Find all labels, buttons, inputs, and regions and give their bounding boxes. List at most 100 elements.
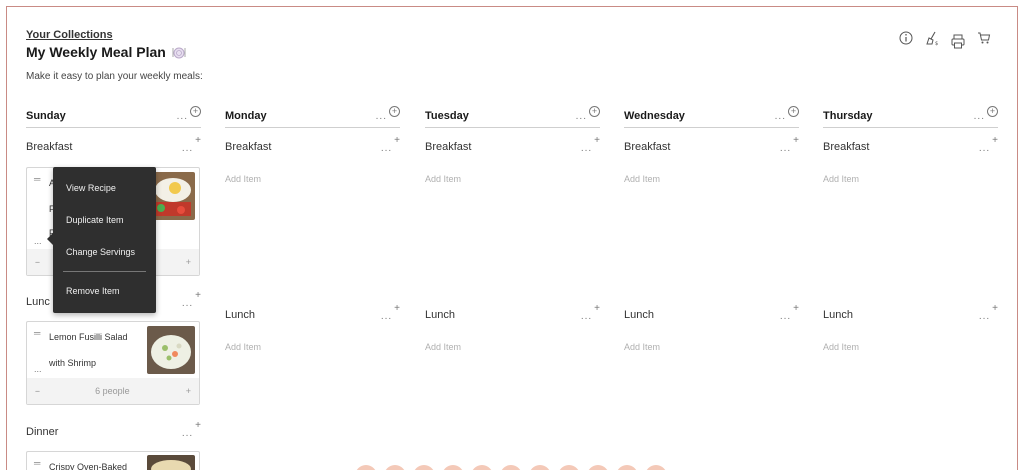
- add-icon[interactable]: +: [195, 421, 201, 431]
- pager-dot[interactable]: [529, 465, 551, 470]
- more-options-icon[interactable]: ...: [979, 312, 990, 322]
- info-icon[interactable]: [898, 29, 914, 47]
- add-circle-icon[interactable]: +: [987, 106, 998, 117]
- add-icon[interactable]: +: [992, 136, 998, 146]
- drag-handle-icon[interactable]: ═: [34, 175, 40, 184]
- drag-handle-icon[interactable]: ═: [34, 329, 40, 338]
- pager-dot[interactable]: [384, 465, 406, 470]
- add-item-link[interactable]: Add Item: [624, 342, 660, 352]
- day-column-tuesday: Tuesday ... +: [425, 104, 600, 128]
- meal-controls: ... +: [780, 136, 799, 154]
- day-name: Tuesday: [425, 110, 469, 122]
- page-title-text: My Weekly Meal Plan: [26, 44, 166, 60]
- more-options-icon[interactable]: ...: [381, 144, 392, 154]
- page-title: My Weekly Meal Plan: [26, 44, 186, 60]
- increase-servings-icon[interactable]: +: [186, 386, 191, 396]
- menu-item-remove-item[interactable]: Remove Item: [66, 286, 120, 296]
- more-options-icon[interactable]: ...: [182, 429, 193, 439]
- more-options-icon[interactable]: ...: [34, 364, 42, 374]
- pager-dot[interactable]: [558, 465, 580, 470]
- more-options-icon[interactable]: ...: [34, 236, 42, 246]
- add-item-link[interactable]: Add Item: [425, 342, 461, 352]
- add-icon[interactable]: +: [394, 304, 400, 314]
- recipe-title-line: Crispy Oven-Baked: [49, 462, 128, 470]
- print-icon[interactable]: [950, 33, 966, 51]
- add-item-link[interactable]: Add Item: [225, 342, 261, 352]
- more-options-icon[interactable]: ...: [576, 112, 587, 122]
- add-circle-icon[interactable]: +: [589, 106, 600, 117]
- more-options-icon[interactable]: ...: [581, 312, 592, 322]
- add-circle-icon[interactable]: +: [788, 106, 799, 117]
- pager-dot[interactable]: [587, 465, 609, 470]
- day-controls: ... +: [576, 106, 600, 122]
- more-options-icon[interactable]: ...: [780, 144, 791, 154]
- page-subtitle: Make it easy to plan your weekly meals:: [26, 71, 203, 82]
- more-options-icon[interactable]: ...: [581, 144, 592, 154]
- meal-controls: ... +: [381, 304, 400, 322]
- more-options-icon[interactable]: ...: [974, 112, 985, 122]
- more-options-icon[interactable]: ...: [979, 144, 990, 154]
- add-circle-icon[interactable]: +: [190, 106, 201, 117]
- add-icon[interactable]: +: [594, 136, 600, 146]
- more-options-icon[interactable]: ...: [182, 144, 193, 154]
- meal-row-lunch: Lunch ... +: [823, 304, 998, 325]
- broom-icon[interactable]: $: [924, 29, 940, 47]
- meal-label: Breakfast: [823, 141, 870, 153]
- add-item-link[interactable]: Add Item: [425, 174, 461, 184]
- day-header: Monday ... +: [225, 104, 400, 128]
- toolbar: $: [898, 29, 992, 51]
- add-icon[interactable]: +: [195, 136, 201, 146]
- add-icon[interactable]: +: [594, 304, 600, 314]
- more-options-icon[interactable]: ...: [381, 312, 392, 322]
- add-icon[interactable]: +: [394, 136, 400, 146]
- menu-item-view-recipe[interactable]: View Recipe: [66, 183, 116, 193]
- meal-controls: ... +: [780, 304, 799, 322]
- more-options-icon[interactable]: ...: [780, 312, 791, 322]
- increase-servings-icon[interactable]: +: [186, 257, 191, 267]
- meal-row-dinner: Dinner ... +: [26, 421, 201, 442]
- more-options-icon[interactable]: ...: [177, 112, 188, 122]
- cart-icon[interactable]: [976, 29, 992, 47]
- pager-dot[interactable]: [413, 465, 435, 470]
- drag-handle-icon[interactable]: ═: [34, 459, 40, 468]
- add-item-link[interactable]: Add Item: [624, 174, 660, 184]
- add-circle-icon[interactable]: +: [389, 106, 400, 117]
- meal-controls: ... +: [581, 304, 600, 322]
- svg-text:$: $: [935, 41, 938, 47]
- meal-label: Breakfast: [26, 141, 73, 153]
- meal-label: Lunch: [624, 309, 654, 321]
- recipe-card[interactable]: ═ Lemon Fusilli Salad with Shrimp ... --…: [26, 321, 200, 405]
- meal-label: Lunch: [425, 309, 455, 321]
- add-item-link[interactable]: Add Item: [823, 342, 859, 352]
- day-column-wednesday: Wednesday ... +: [624, 104, 799, 128]
- meal-controls: ... +: [581, 136, 600, 154]
- menu-item-change-servings[interactable]: Change Servings: [66, 247, 135, 257]
- pager-dot[interactable]: [442, 465, 464, 470]
- add-item-link[interactable]: Add Item: [823, 174, 859, 184]
- more-options-icon[interactable]: ...: [182, 299, 193, 309]
- pager-dot[interactable]: [471, 465, 493, 470]
- more-options-icon[interactable]: ...: [376, 112, 387, 122]
- day-column-sunday: Sunday ... +: [26, 104, 201, 128]
- add-icon[interactable]: +: [992, 304, 998, 314]
- more-options-icon[interactable]: ...: [775, 112, 786, 122]
- add-icon[interactable]: +: [793, 304, 799, 314]
- menu-divider: [63, 271, 146, 272]
- day-controls: ... +: [376, 106, 400, 122]
- add-icon[interactable]: +: [793, 136, 799, 146]
- meal-row-breakfast: Breakfast ... +: [26, 136, 201, 157]
- pager-dot[interactable]: [645, 465, 667, 470]
- pager-dot[interactable]: [500, 465, 522, 470]
- menu-item-duplicate-item[interactable]: Duplicate Item: [66, 215, 124, 225]
- pager-dot[interactable]: [355, 465, 377, 470]
- meal-row-lunch: Lunch ... +: [225, 304, 400, 325]
- decrease-servings-icon[interactable]: --: [35, 386, 40, 396]
- add-item-link[interactable]: Add Item: [225, 174, 261, 184]
- collections-link[interactable]: Your Collections: [26, 29, 113, 41]
- pager-dot[interactable]: [616, 465, 638, 470]
- meal-row-lunch: Lunch ... +: [425, 304, 600, 325]
- add-icon[interactable]: +: [195, 291, 201, 301]
- recipe-card[interactable]: ═ Crispy Oven-Baked: [26, 451, 200, 470]
- decrease-servings-icon[interactable]: --: [35, 257, 40, 267]
- meal-label: Breakfast: [624, 141, 671, 153]
